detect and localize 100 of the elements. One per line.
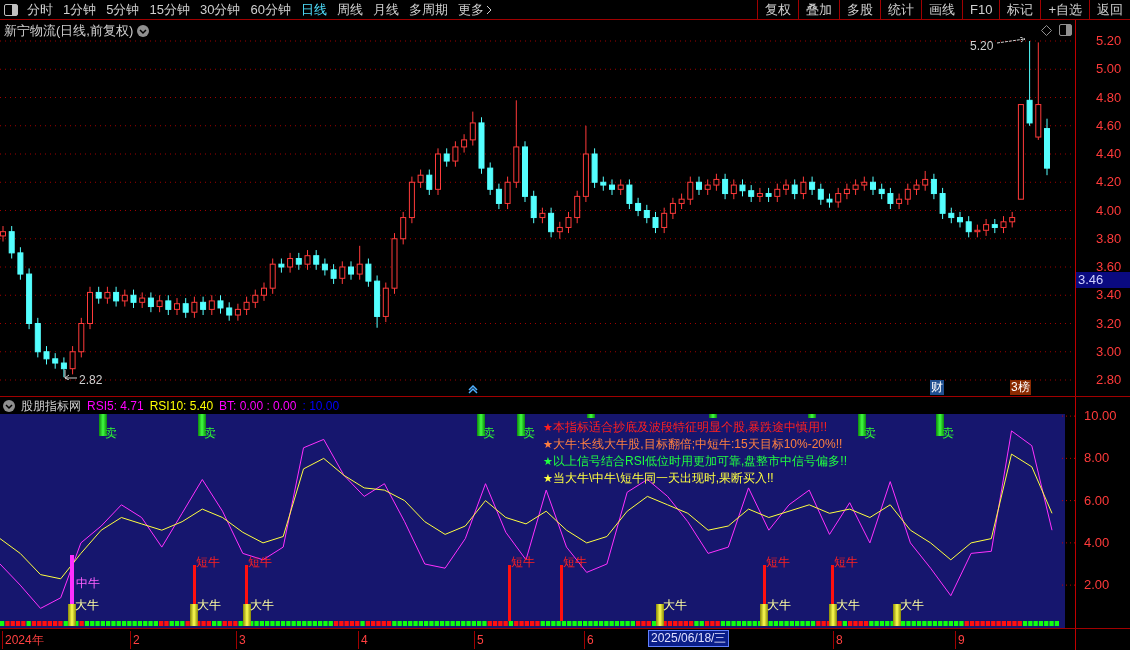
period-tab[interactable]: 15分钟: [144, 0, 195, 20]
short-signal-label: 短牛: [196, 556, 220, 569]
toolbar-button[interactable]: 统计: [880, 0, 921, 20]
period-tab[interactable]: 30分钟: [194, 0, 246, 20]
double-chevron-up-icon[interactable]: [468, 385, 478, 394]
price-axis-label: 3.20: [1096, 315, 1122, 332]
price-axis-label: 4.20: [1096, 174, 1122, 191]
indicator-value: BT: 0.00 : 0.00: [219, 397, 297, 415]
toolbar-button[interactable]: 多股: [839, 0, 880, 20]
candle: [652, 211, 659, 234]
indicator-axis-label: 6.00: [1084, 492, 1110, 509]
price-axis-label: 3.40: [1096, 287, 1122, 304]
price-axis-label: 5.20: [1096, 33, 1122, 49]
big-signal-label: 大牛: [250, 599, 274, 612]
candle: [252, 289, 259, 309]
candle: [452, 140, 459, 168]
panel-toggle-icon[interactable]: [4, 3, 18, 16]
candle: [391, 232, 398, 295]
sell-signal-bar: [99, 414, 107, 436]
candle: [8, 225, 15, 259]
mid-signal-bar: [70, 555, 74, 605]
candle: [591, 147, 598, 189]
indicator-axis-label: 10.00: [1084, 408, 1117, 425]
date-axis-label: 4: [358, 631, 368, 649]
indicator-note: 以上信号结合RSI低位时用更加可靠,盘整市中信号偏多!!: [553, 453, 847, 470]
more-button[interactable]: 更多: [452, 0, 497, 20]
price-axis-label: 5.00: [1096, 61, 1122, 78]
candle: [948, 207, 955, 224]
candle: [165, 294, 172, 316]
candle: [878, 183, 885, 200]
short-signal-label: 短牛: [834, 556, 858, 569]
period-tab[interactable]: 周线: [331, 0, 368, 20]
sell-signal-bar: [936, 414, 944, 436]
event-tag[interactable]: 3榜: [1010, 380, 1031, 395]
price-axis-label: 4.80: [1096, 89, 1122, 106]
price-axis-label: 4.00: [1096, 202, 1122, 219]
low-price-marker: 2.82: [79, 372, 103, 389]
indicator-note: 本指标适合抄底及波段特征明显个股,暴跌途中慎用!!: [553, 419, 827, 436]
date-axis-label: 6: [584, 631, 594, 649]
candle: [243, 296, 250, 316]
candle: [1000, 215, 1007, 234]
period-tab[interactable]: 60分钟: [245, 0, 296, 20]
candle: [182, 297, 189, 319]
candle: [156, 294, 163, 313]
candle: [791, 178, 798, 200]
short-signal-label: 短牛: [248, 556, 272, 569]
period-tab[interactable]: 日线: [295, 0, 332, 20]
candle: [1009, 211, 1016, 228]
toolbar-button[interactable]: F10: [962, 0, 1000, 20]
candle: [339, 260, 346, 285]
indicator-name: 股朋指标网: [21, 397, 81, 415]
date-axis-label: 9: [955, 631, 965, 649]
big-signal-label: 大牛: [900, 599, 924, 612]
candle: [713, 173, 720, 192]
arrow-icon: [64, 370, 78, 380]
short-signal-bar: [560, 565, 563, 621]
sell-signal-bar: [198, 414, 206, 436]
sell-signal-label: 卖: [105, 427, 117, 440]
candle: [17, 246, 24, 281]
period-tab[interactable]: 5分钟: [101, 0, 145, 20]
candle: [957, 211, 963, 228]
candle: [800, 176, 807, 200]
candle: [539, 207, 546, 224]
candle: [87, 286, 93, 330]
toolbar-button[interactable]: +自选: [1040, 0, 1089, 20]
dropdown-icon[interactable]: [3, 399, 15, 412]
candle: [304, 249, 311, 271]
candle: [95, 286, 102, 305]
diamond-icon[interactable]: [1041, 25, 1052, 36]
dropdown-icon[interactable]: [137, 24, 150, 37]
period-tab[interactable]: 多周期: [403, 0, 453, 20]
sell-signal-bar: [587, 414, 595, 418]
sell-signal-bar: [517, 414, 525, 436]
candle: [974, 224, 981, 238]
period-tab[interactable]: 1分钟: [58, 0, 102, 20]
panel-toggle-icon[interactable]: [1059, 24, 1072, 36]
toolbar-button[interactable]: 叠加: [798, 0, 839, 20]
candle: [261, 282, 267, 302]
toolbar-button[interactable]: 返回: [1089, 0, 1130, 20]
big-signal-bar: [893, 604, 901, 626]
big-signal-label: 大牛: [75, 599, 99, 612]
big-signal-bar: [190, 604, 198, 626]
toolbar-button[interactable]: 标记: [999, 0, 1041, 20]
sell-signal-bar: [858, 414, 866, 436]
period-tab[interactable]: 月线: [367, 0, 404, 20]
toolbar-button[interactable]: 复权: [757, 0, 798, 20]
arrow-icon: [997, 37, 1026, 45]
date-axis-label: 2024年: [2, 631, 44, 649]
candle: [704, 178, 711, 196]
period-tab[interactable]: 分时: [22, 0, 58, 20]
big-signal-bar: [829, 604, 837, 626]
toolbar-button[interactable]: 画线: [921, 0, 962, 20]
date-axis-label: 2: [130, 631, 140, 649]
star-bullet: ★: [543, 471, 553, 486]
candle: [739, 178, 746, 197]
candle: [130, 289, 137, 309]
chevron-right-icon: [485, 4, 492, 15]
candle: [870, 176, 876, 196]
candle: [504, 176, 511, 210]
event-tag[interactable]: 财: [930, 380, 944, 395]
